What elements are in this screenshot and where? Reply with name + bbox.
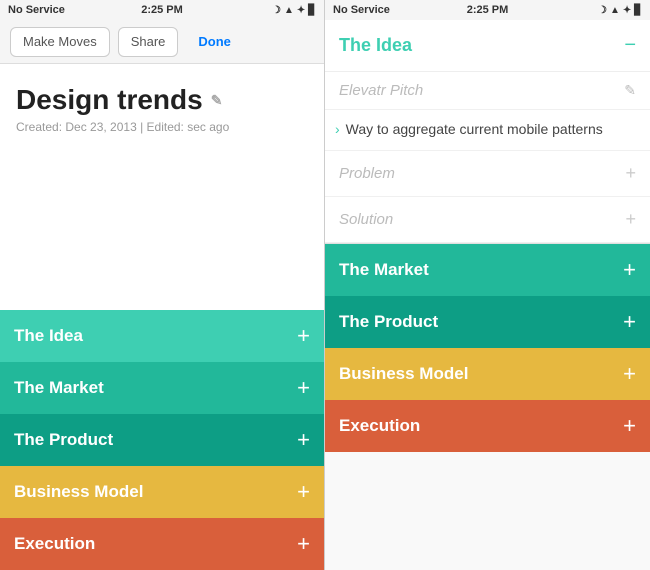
elevator-edit-icon: ✎ — [624, 82, 636, 99]
bullet-arrow-icon: › — [335, 121, 340, 137]
make-moves-button[interactable]: Make Moves — [10, 27, 110, 57]
left-idea-plus-icon: + — [297, 323, 310, 349]
left-status-no-service: No Service — [8, 4, 65, 16]
right-panel: No Service 2:25 PM ☽ ▲ ✦ ▊ The Idea − El… — [325, 0, 650, 570]
left-section-product[interactable]: The Product + — [0, 414, 324, 466]
left-section-execution-label: Execution — [14, 534, 95, 554]
problem-label: Problem — [339, 165, 395, 182]
left-status-bar: No Service 2:25 PM ☽ ▲ ✦ ▊ — [0, 0, 324, 20]
right-status-time: 2:25 PM — [467, 4, 509, 16]
bullet-item-row: › Way to aggregate current mobile patter… — [325, 110, 650, 151]
right-section-market-label: The Market — [339, 260, 429, 280]
left-section-idea[interactable]: The Idea + — [0, 310, 324, 362]
left-section-product-label: The Product — [14, 430, 113, 450]
right-market-plus-icon: + — [623, 257, 636, 283]
right-bluetooth-icon: ✦ — [623, 5, 631, 16]
right-product-plus-icon: + — [623, 309, 636, 335]
left-section-idea-label: The Idea — [14, 326, 83, 346]
right-moon-icon: ☽ — [598, 5, 607, 16]
right-section-execution[interactable]: Execution + — [325, 400, 650, 452]
left-execution-plus-icon: + — [297, 531, 310, 557]
document-title-row: Design trends ✎ — [16, 84, 308, 116]
left-section-business-label: Business Model — [14, 482, 143, 502]
signal-icon: ▲ — [284, 5, 294, 16]
document-title: Design trends — [16, 84, 203, 116]
right-execution-plus-icon: + — [623, 413, 636, 439]
solution-add-icon: + — [625, 209, 636, 230]
left-sections: The Idea + The Market + The Product + Bu… — [0, 310, 324, 570]
left-toolbar: Make Moves Share Done — [0, 20, 324, 64]
expanded-idea-title: The Idea — [339, 35, 412, 56]
battery-icon: ▊ — [308, 5, 316, 16]
problem-add-icon: + — [625, 163, 636, 184]
expanded-idea-header[interactable]: The Idea − — [325, 20, 650, 72]
left-product-plus-icon: + — [297, 427, 310, 453]
bluetooth-icon: ✦ — [297, 5, 305, 16]
left-section-market-label: The Market — [14, 378, 104, 398]
right-sections: The Market + The Product + Business Mode… — [325, 244, 650, 452]
right-business-plus-icon: + — [623, 361, 636, 387]
right-battery-icon: ▊ — [634, 5, 642, 16]
share-button[interactable]: Share — [118, 27, 179, 57]
done-button[interactable]: Done — [186, 27, 243, 57]
right-section-business-label: Business Model — [339, 364, 468, 384]
moon-icon: ☽ — [272, 5, 281, 16]
right-section-product-label: The Product — [339, 312, 438, 332]
right-status-bar: No Service 2:25 PM ☽ ▲ ✦ ▊ — [325, 0, 650, 20]
bullet-text: Way to aggregate current mobile patterns — [346, 120, 603, 140]
document-content: Design trends ✎ Created: Dec 23, 2013 | … — [0, 64, 324, 310]
left-panel: No Service 2:25 PM ☽ ▲ ✦ ▊ Make Moves Sh… — [0, 0, 325, 570]
document-meta: Created: Dec 23, 2013 | Edited: sec ago — [16, 120, 308, 134]
right-section-market[interactable]: The Market + — [325, 244, 650, 296]
expanded-idea-minus-icon: − — [624, 34, 636, 57]
left-section-execution[interactable]: Execution + — [0, 518, 324, 570]
right-section-execution-label: Execution — [339, 416, 420, 436]
edit-icon[interactable]: ✎ — [211, 92, 223, 109]
solution-label: Solution — [339, 211, 393, 228]
expanded-idea-section: The Idea − Elevatr Pitch ✎ › Way to aggr… — [325, 20, 650, 244]
left-status-time: 2:25 PM — [141, 4, 183, 16]
right-status-no-service: No Service — [333, 4, 390, 16]
right-section-product[interactable]: The Product + — [325, 296, 650, 348]
right-status-icons: ☽ ▲ ✦ ▊ — [598, 5, 642, 16]
left-section-market[interactable]: The Market + — [0, 362, 324, 414]
solution-field[interactable]: Solution + — [325, 197, 650, 243]
left-market-plus-icon: + — [297, 375, 310, 401]
elevator-pitch-field[interactable]: Elevatr Pitch ✎ — [325, 72, 650, 110]
problem-field[interactable]: Problem + — [325, 151, 650, 197]
left-status-icons: ☽ ▲ ✦ ▊ — [272, 5, 316, 16]
left-section-business[interactable]: Business Model + — [0, 466, 324, 518]
elevator-pitch-label: Elevatr Pitch — [339, 82, 423, 99]
right-section-business[interactable]: Business Model + — [325, 348, 650, 400]
right-signal-icon: ▲ — [610, 5, 620, 16]
left-business-plus-icon: + — [297, 479, 310, 505]
